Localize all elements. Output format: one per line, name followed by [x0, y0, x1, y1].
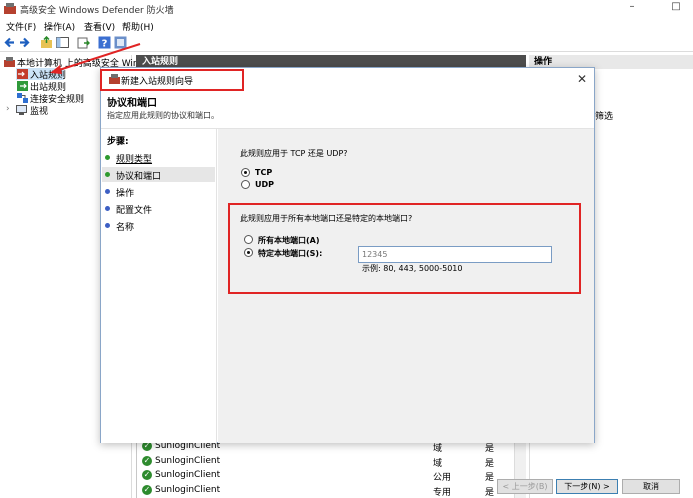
enabled-check-icon: ✓	[142, 470, 152, 480]
enabled-check-icon: ✓	[142, 485, 152, 495]
udp-label: UDP	[255, 180, 274, 189]
ports-section-highlight	[228, 203, 581, 294]
menu-bar: 文件(F) 操作(A) 查看(V) 帮助(H)	[0, 18, 693, 33]
toolbar: ?	[0, 34, 693, 52]
rule-profile: 专用	[433, 488, 452, 498]
tcp-radio[interactable]	[241, 168, 250, 177]
menu-help[interactable]: 帮助(H)	[122, 20, 154, 33]
steps-title: 步骤:	[107, 137, 129, 147]
properties-icon[interactable]	[114, 36, 127, 49]
step-pending-dot-icon	[105, 189, 110, 194]
inbound-rules-icon	[17, 69, 28, 79]
table-row[interactable]: ✓ SunloginClient 域 是	[137, 454, 515, 469]
rule-name: SunloginClient	[155, 456, 221, 466]
step-done-dot-icon	[105, 155, 110, 160]
tree-item-connection-security[interactable]: 连接安全规则	[16, 92, 106, 105]
menu-view[interactable]: 查看(V)	[84, 20, 115, 33]
rule-name: SunloginClient	[155, 485, 221, 495]
step-profile: 配置文件	[102, 201, 215, 216]
step-label: 协议和端口	[116, 172, 162, 182]
step-pending-dot-icon	[105, 223, 110, 228]
tree-item-monitoring[interactable]: › 监视	[6, 104, 66, 117]
step-name: 名称	[102, 218, 215, 233]
menu-file[interactable]: 文件(F)	[6, 20, 36, 33]
enabled-check-icon: ✓	[142, 456, 152, 466]
wizard-steps: 步骤: 规则类型 协议和端口 操作 配置文件 名称	[101, 129, 217, 443]
window-title: 高级安全 Windows Defender 防火墙	[20, 6, 174, 16]
maximize-button[interactable]: □	[664, 1, 688, 15]
protocol-question: 此规则应用于 TCP 还是 UDP?	[240, 149, 348, 158]
page-subtitle: 指定应用此规则的协议和端口。	[107, 111, 219, 120]
back-arrow-icon[interactable]	[3, 36, 16, 49]
step-pending-dot-icon	[105, 206, 110, 211]
rule-name: SunloginClient	[155, 470, 221, 480]
help-icon[interactable]: ?	[98, 36, 111, 49]
export-list-icon[interactable]	[77, 36, 90, 49]
expand-chevron-icon[interactable]: ›	[6, 104, 10, 114]
monitoring-icon	[16, 105, 27, 115]
rule-profile: 公用	[433, 473, 452, 483]
connection-security-icon	[17, 93, 28, 103]
step-rule-type[interactable]: 规则类型	[102, 150, 215, 165]
firewall-app-icon	[4, 3, 16, 14]
forward-arrow-icon[interactable]	[18, 36, 31, 49]
cancel-button[interactable]: 取消	[622, 479, 680, 494]
up-folder-icon[interactable]	[40, 36, 53, 49]
firewall-icon	[4, 57, 15, 67]
action-filter-link[interactable]: 筛选	[595, 109, 613, 122]
step-current-dot-icon	[105, 172, 110, 177]
back-button[interactable]: < 上一步(B)	[497, 479, 553, 494]
step-label: 规则类型	[116, 155, 153, 165]
tree-item-label: 监视	[30, 107, 49, 117]
step-action: 操作	[102, 184, 215, 199]
menu-action[interactable]: 操作(A)	[44, 20, 75, 33]
tree-item-inbound-rules[interactable]: 入站规则	[16, 68, 66, 81]
tcp-label: TCP	[255, 168, 273, 177]
udp-radio[interactable]	[241, 180, 250, 189]
dialog-title-highlight	[100, 69, 244, 91]
rule-enabled: 是	[485, 488, 495, 498]
close-icon[interactable]: ✕	[577, 72, 587, 86]
rules-list: ✓ SunloginClient 域 是 ✓ SunloginClient 域 …	[136, 436, 514, 498]
step-label: 操作	[116, 189, 135, 199]
tree-item-outbound-rules[interactable]: 出站规则	[16, 80, 76, 93]
step-label: 配置文件	[116, 206, 153, 216]
window-titlebar: 高级安全 Windows Defender 防火墙 – □	[0, 0, 693, 18]
page-title: 协议和端口	[107, 98, 157, 109]
step-label: 名称	[116, 223, 135, 233]
console-tree-icon[interactable]	[56, 36, 69, 49]
svg-text:?: ?	[102, 39, 108, 50]
step-protocol-ports[interactable]: 协议和端口	[102, 167, 215, 182]
rule-enabled: 是	[485, 473, 495, 483]
minimize-button[interactable]: –	[620, 1, 644, 15]
outbound-rules-icon	[17, 81, 28, 91]
table-row[interactable]: ✓ SunloginClient 公用 是	[137, 468, 515, 483]
next-button[interactable]: 下一步(N) >	[556, 479, 618, 494]
table-row[interactable]: ✓ SunloginClient 专用 是	[137, 483, 515, 498]
